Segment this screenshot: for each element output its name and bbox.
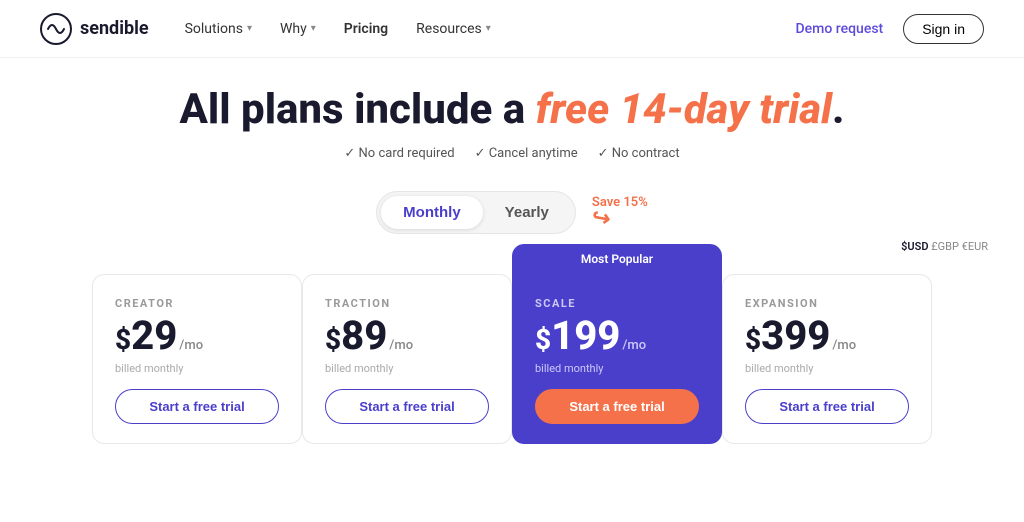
plan-expansion: EXPANSION $ 399 /mo billed monthly Start… bbox=[722, 274, 932, 444]
plan-name-traction: TRACTION bbox=[325, 297, 391, 310]
currency-selector[interactable]: $USD £GBP €EUR bbox=[901, 240, 988, 253]
billing-toggle: Monthly Yearly bbox=[376, 191, 576, 234]
nav-links: Solutions ▾ Why ▾ Pricing Resources ▾ bbox=[185, 21, 796, 37]
nav-why[interactable]: Why ▾ bbox=[280, 21, 316, 37]
trial-btn-expansion[interactable]: Start a free trial bbox=[745, 389, 909, 424]
price-row-traction: $ 89 /mo bbox=[325, 316, 413, 356]
price-amount-expansion: 399 bbox=[761, 316, 830, 356]
monthly-toggle[interactable]: Monthly bbox=[381, 196, 483, 229]
price-row-scale: $ 199 /mo bbox=[535, 316, 646, 356]
nav-resources[interactable]: Resources ▾ bbox=[416, 21, 491, 37]
billed-expansion: billed monthly bbox=[745, 362, 814, 375]
hero-headline: All plans include a free 14-day trial. bbox=[40, 86, 984, 134]
billed-scale: billed monthly bbox=[535, 362, 604, 375]
billed-traction: billed monthly bbox=[325, 362, 394, 375]
signin-button[interactable]: Sign in bbox=[903, 14, 984, 44]
billed-creator: billed monthly bbox=[115, 362, 184, 375]
price-per-traction: /mo bbox=[389, 338, 413, 353]
plan-traction: TRACTION $ 89 /mo billed monthly Start a… bbox=[302, 274, 512, 444]
chevron-down-icon: ▾ bbox=[311, 23, 316, 34]
price-per-expansion: /mo bbox=[832, 338, 856, 353]
trial-btn-traction[interactable]: Start a free trial bbox=[325, 389, 489, 424]
plan-name-creator: CREATOR bbox=[115, 297, 174, 310]
pricing-cards: $USD £GBP €EUR CREATOR $ 29 /mo billed m… bbox=[0, 244, 1024, 444]
arrow-icon: ↩ bbox=[590, 204, 612, 232]
currency-eur[interactable]: €EUR bbox=[962, 240, 988, 253]
logo[interactable]: sendible bbox=[40, 13, 149, 45]
nav-solutions[interactable]: Solutions ▾ bbox=[185, 21, 252, 37]
price-row-expansion: $ 399 /mo bbox=[745, 316, 856, 356]
currency-usd[interactable]: $USD bbox=[901, 240, 928, 253]
plan-creator: CREATOR $ 29 /mo billed monthly Start a … bbox=[92, 274, 302, 444]
hero-section: All plans include a free 14-day trial. N… bbox=[0, 58, 1024, 177]
perk-no-contract: No contract bbox=[598, 146, 680, 161]
trial-btn-creator[interactable]: Start a free trial bbox=[115, 389, 279, 424]
headline-highlight: free 14-day trial bbox=[536, 85, 832, 134]
price-per-scale: /mo bbox=[622, 338, 646, 353]
nav-actions: Demo request Sign in bbox=[796, 14, 984, 44]
billing-toggle-section: Monthly Yearly Save 15% ↩ bbox=[0, 191, 1024, 234]
plan-name-expansion: EXPANSION bbox=[745, 297, 818, 310]
headline-part2: . bbox=[832, 85, 844, 134]
demo-request-link[interactable]: Demo request bbox=[796, 21, 884, 37]
perk-cancel: Cancel anytime bbox=[475, 146, 578, 161]
logo-text: sendible bbox=[80, 18, 149, 39]
chevron-down-icon: ▾ bbox=[486, 23, 491, 34]
navigation: sendible Solutions ▾ Why ▾ Pricing Resou… bbox=[0, 0, 1024, 58]
trial-btn-scale[interactable]: Start a free trial bbox=[535, 389, 699, 424]
plan-name-scale: SCALE bbox=[535, 297, 576, 310]
chevron-down-icon: ▾ bbox=[247, 23, 252, 34]
price-per-creator: /mo bbox=[179, 338, 203, 353]
currency-gbp[interactable]: £GBP bbox=[931, 240, 959, 253]
headline-part1: All plans include a bbox=[180, 85, 536, 134]
hero-perks: No card required Cancel anytime No contr… bbox=[40, 146, 984, 161]
price-amount-traction: 89 bbox=[341, 316, 387, 356]
yearly-toggle[interactable]: Yearly bbox=[483, 196, 571, 229]
price-amount-scale: 199 bbox=[551, 316, 620, 356]
save-badge: Save 15% ↩ bbox=[592, 195, 648, 231]
nav-pricing[interactable]: Pricing bbox=[344, 21, 388, 37]
perk-no-card: No card required bbox=[344, 146, 454, 161]
plan-scale: SCALE $ 199 /mo billed monthly Start a f… bbox=[512, 274, 722, 444]
price-amount-creator: 29 bbox=[131, 316, 177, 356]
most-popular-badge: Most Popular bbox=[512, 244, 722, 274]
plan-scale-wrapper: Most Popular SCALE $ 199 /mo billed mont… bbox=[512, 244, 722, 444]
price-row-creator: $ 29 /mo bbox=[115, 316, 203, 356]
